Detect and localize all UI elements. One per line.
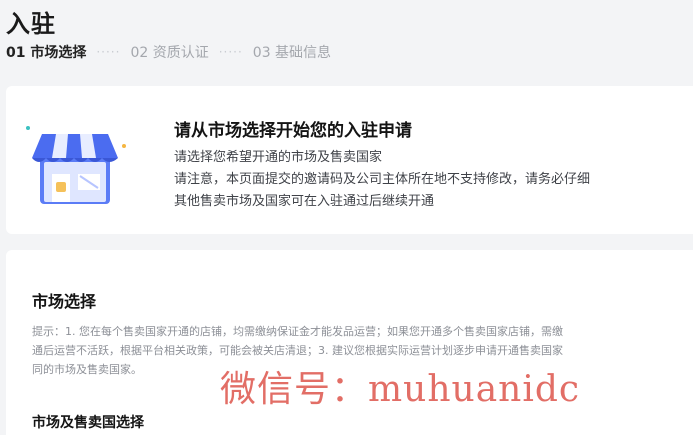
- step-basic-info: 03 基础信息: [252, 45, 332, 61]
- step-separator: ·····: [96, 45, 121, 59]
- intro-warning: 请注意，本页面提交的邀请码及公司主体所在地不支持修改，请务必仔细: [174, 172, 591, 187]
- page-title: 入驻: [6, 10, 56, 38]
- intro-note: 其他售卖市场及国家可在入驻通过后继续开通: [174, 194, 435, 209]
- watermark: 微信号：muhuanidc: [220, 369, 581, 410]
- subsection-title: 市场及售卖国选择: [32, 415, 144, 431]
- intro-card: 请从市场选择开始您的入驻申请 请选择您希望开通的市场及售卖国家 请注意，本页面提…: [6, 86, 693, 234]
- step-market-selection: 01 市场选择: [6, 45, 87, 61]
- notice-line: 通后运营不活跃，根据平台相关政策，可能会被关店清退；3. 建议您根据实际运营计划…: [32, 344, 563, 357]
- intro-description: 请选择您希望开通的市场及售卖国家: [174, 150, 383, 165]
- section-title: 市场选择: [32, 292, 97, 311]
- intro-title: 请从市场选择开始您的入驻申请: [174, 121, 412, 141]
- step-indicator: 01 市场选择 ····· 02 资质认证 ····· 03 基础信息: [6, 42, 331, 62]
- step-separator: ·····: [218, 45, 243, 59]
- notice-line: 提示：1. 您在每个售卖国家开通的店铺，均需缴纳保证金才能发品运营；如果您开通多…: [32, 325, 563, 338]
- storefront-icon: [26, 126, 126, 204]
- step-qualification: 02 资质认证: [130, 45, 209, 61]
